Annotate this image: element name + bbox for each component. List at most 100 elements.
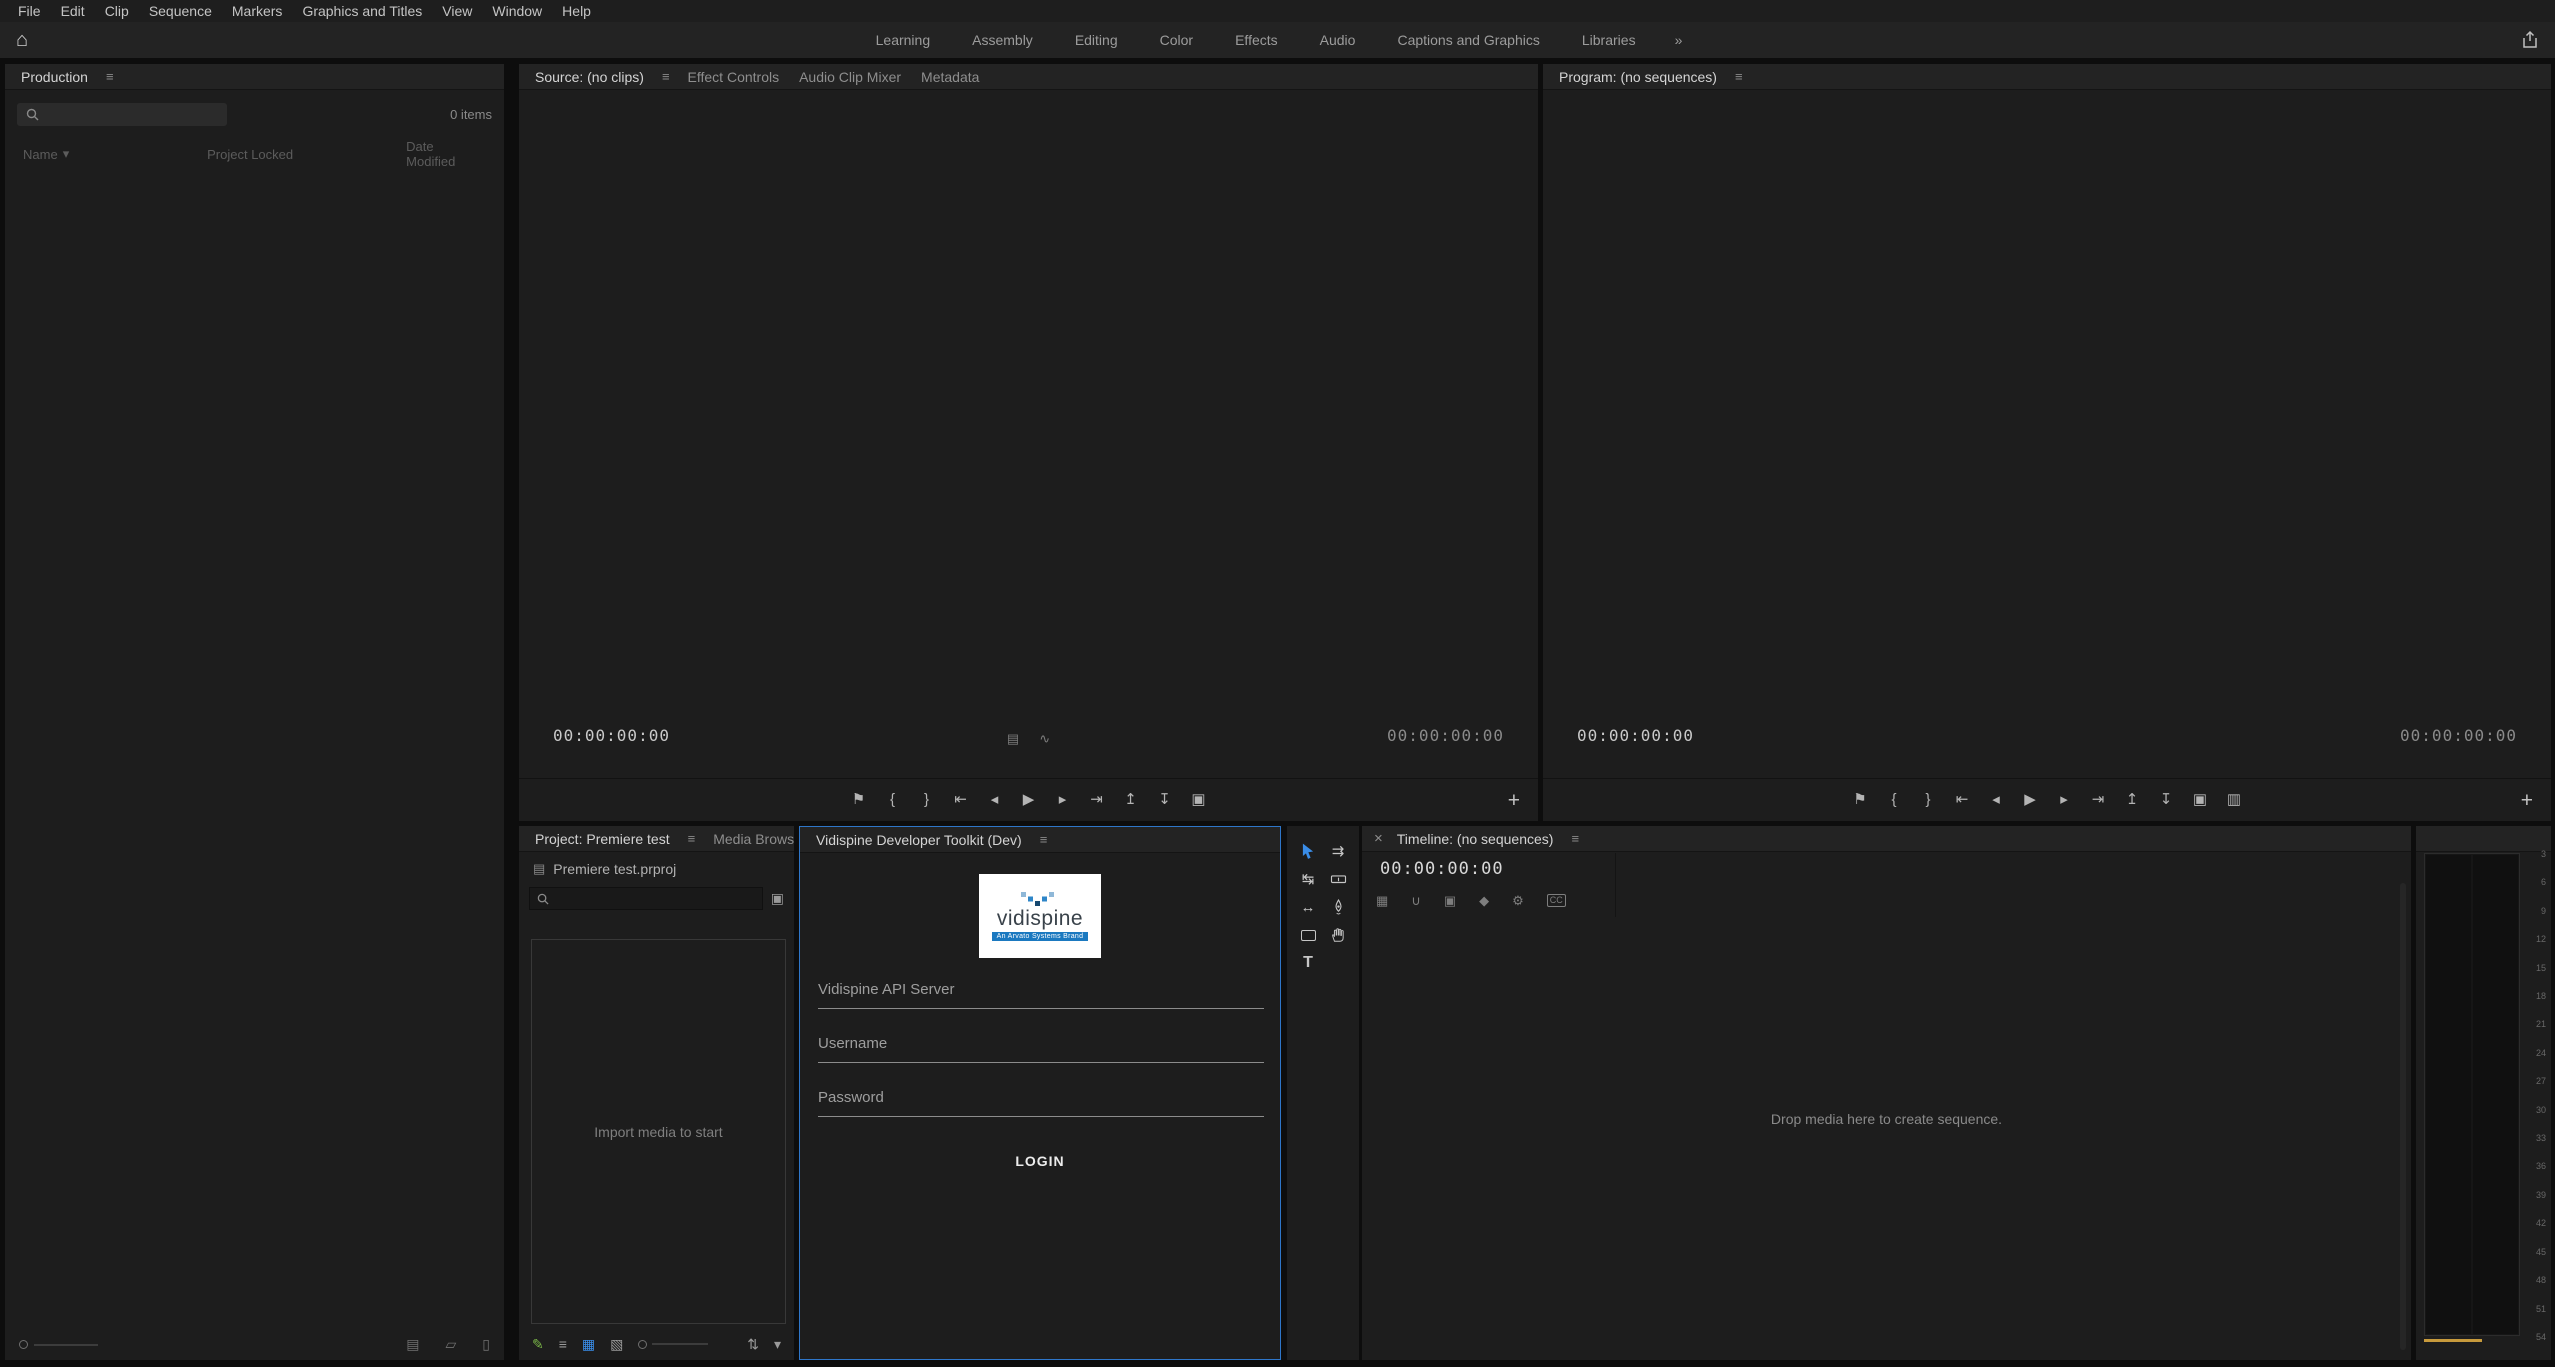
button-editor-add-icon[interactable]: + — [2521, 790, 2533, 811]
project-file-row[interactable]: ▤ Premiere test.prproj — [533, 861, 676, 877]
password-input[interactable] — [818, 1081, 1264, 1117]
quick-export-icon[interactable] — [2519, 29, 2541, 51]
list-view-button[interactable]: ≡ — [559, 1336, 567, 1352]
mark-out-button[interactable]: } — [917, 790, 937, 810]
drag-audio-icon[interactable]: ∿ — [1039, 731, 1050, 747]
step-forward-button[interactable]: ▸ — [1053, 790, 1073, 810]
sequence-nest-toggle[interactable]: ▦ — [1376, 893, 1388, 908]
panel-menu-icon[interactable]: ≡ — [680, 831, 704, 846]
timeline-settings-button[interactable]: ⚙ — [1512, 893, 1524, 908]
play-button[interactable]: ▶ — [1019, 790, 1039, 810]
workspace-tab[interactable]: Color — [1139, 22, 1214, 58]
tab-audio-clip-mixer[interactable]: Audio Clip Mixer — [789, 64, 911, 90]
project-search-input[interactable] — [556, 891, 755, 906]
production-search-input[interactable] — [46, 107, 218, 122]
thumbnail-zoom-slider[interactable] — [638, 1340, 708, 1349]
go-to-out-button[interactable]: ⇥ — [2088, 790, 2108, 810]
slip-tool[interactable]: ↔ — [1293, 897, 1323, 917]
comparison-view-button[interactable]: ▥ — [2224, 790, 2244, 810]
step-back-button[interactable]: ◂ — [985, 790, 1005, 810]
zoom-handle[interactable] — [19, 1340, 28, 1349]
panel-menu-icon[interactable]: ≡ — [1032, 832, 1056, 847]
rectangle-tool[interactable] — [1293, 925, 1323, 945]
zoom-handle[interactable] — [638, 1340, 647, 1349]
new-item-button[interactable]: ▤ — [406, 1336, 419, 1353]
add-marker-button[interactable]: ◆ — [1479, 893, 1489, 908]
new-bin-button[interactable]: ▱ — [446, 1336, 457, 1353]
menu-item[interactable]: Clip — [95, 0, 139, 22]
timeline-playhead-timecode[interactable]: 00:00:00:00 — [1380, 859, 1504, 879]
mark-out-button[interactable]: } — [1918, 790, 1938, 810]
close-panel-icon[interactable]: × — [1368, 830, 1387, 847]
delete-button[interactable]: ▯ — [482, 1336, 490, 1353]
go-to-in-button[interactable]: ⇤ — [951, 790, 971, 810]
track-select-forward-tool[interactable]: ⇉ — [1323, 841, 1353, 861]
column-header-project-locked[interactable]: Project Locked — [207, 147, 406, 162]
mark-in-button[interactable]: { — [1884, 790, 1904, 810]
hand-tool[interactable] — [1323, 925, 1353, 945]
freeform-view-button[interactable]: ▧ — [610, 1336, 623, 1353]
menu-item[interactable]: File — [8, 0, 51, 22]
api-server-input[interactable] — [818, 973, 1264, 1009]
program-current-timecode[interactable]: 00:00:00:00 — [1577, 726, 1694, 745]
tab-project[interactable]: Project: Premiere test — [525, 826, 680, 852]
selection-tool[interactable] — [1293, 841, 1323, 861]
workspace-tab[interactable]: Effects — [1214, 22, 1299, 58]
workspace-overflow-icon[interactable]: » — [1657, 32, 1701, 48]
ripple-edit-tool[interactable]: ↹ — [1293, 869, 1323, 889]
workspace-tab[interactable]: Libraries — [1561, 22, 1657, 58]
menu-item[interactable]: View — [432, 0, 482, 22]
add-marker-button[interactable]: ⚑ — [1850, 790, 1870, 810]
razor-tool[interactable] — [1323, 869, 1353, 889]
button-editor-add-icon[interactable]: + — [1508, 790, 1520, 811]
menu-item[interactable]: Help — [552, 0, 601, 22]
play-button[interactable]: ▶ — [2020, 790, 2040, 810]
lift-button[interactable]: ↥ — [1121, 790, 1141, 810]
menu-item[interactable]: Sequence — [139, 0, 222, 22]
workspace-tab[interactable]: Audio — [1299, 22, 1377, 58]
captions-button[interactable]: CC — [1547, 894, 1566, 907]
tab-program[interactable]: Program: (no sequences) — [1549, 64, 1727, 90]
type-tool[interactable]: T — [1293, 953, 1323, 973]
tab-effect-controls[interactable]: Effect Controls — [678, 64, 790, 90]
linked-selection-toggle[interactable]: ▣ — [1444, 893, 1456, 908]
drag-video-icon[interactable]: ▤ — [1007, 731, 1019, 747]
project-bin-drop-area[interactable]: Import media to start — [531, 939, 786, 1324]
workspace-tab[interactable]: Captions and Graphics — [1376, 22, 1560, 58]
panel-menu-icon[interactable]: ≡ — [1727, 69, 1751, 84]
tab-media-browser[interactable]: Media Browser — [703, 826, 794, 852]
username-input[interactable] — [818, 1027, 1264, 1063]
tab-timeline[interactable]: Timeline: (no sequences) — [1387, 826, 1564, 852]
login-button[interactable]: LOGIN — [800, 1153, 1280, 1169]
go-to-in-button[interactable]: ⇤ — [1952, 790, 1972, 810]
extract-button[interactable]: ↧ — [1155, 790, 1175, 810]
panel-menu-icon[interactable]: ≡ — [654, 69, 678, 84]
project-writable-icon[interactable]: ✎ — [532, 1336, 544, 1353]
sort-icons-button[interactable]: ⇅ — [747, 1336, 759, 1353]
step-forward-button[interactable]: ▸ — [2054, 790, 2074, 810]
add-marker-button[interactable]: ⚑ — [849, 790, 869, 810]
pen-tool[interactable] — [1323, 897, 1353, 917]
snap-toggle[interactable]: ∪ — [1411, 893, 1421, 908]
workspace-tab[interactable]: Learning — [855, 22, 952, 58]
mark-in-button[interactable]: { — [883, 790, 903, 810]
icon-view-button[interactable]: ▦ — [582, 1336, 595, 1353]
lift-button[interactable]: ↥ — [2122, 790, 2142, 810]
export-frame-button[interactable]: ▣ — [2190, 790, 2210, 810]
column-header-name[interactable]: Name ▾ — [23, 146, 207, 162]
workspace-tab[interactable]: Editing — [1054, 22, 1139, 58]
export-frame-button[interactable]: ▣ — [1189, 790, 1209, 810]
menu-item[interactable]: Window — [482, 0, 552, 22]
sort-caret-icon[interactable]: ▾ — [774, 1336, 781, 1353]
panel-menu-icon[interactable]: ≡ — [98, 69, 122, 84]
column-header-date-modified[interactable]: Date Modified — [406, 139, 486, 169]
extract-button[interactable]: ↧ — [2156, 790, 2176, 810]
menu-item[interactable]: Markers — [222, 0, 293, 22]
tab-production[interactable]: Production — [11, 64, 98, 90]
panel-menu-icon[interactable]: ≡ — [1563, 831, 1587, 846]
menu-item[interactable]: Graphics and Titles — [292, 0, 432, 22]
step-back-button[interactable]: ◂ — [1986, 790, 2006, 810]
create-bin-from-search-icon[interactable]: ▣ — [771, 890, 784, 907]
menu-item[interactable]: Edit — [51, 0, 95, 22]
source-current-timecode[interactable]: 00:00:00:00 — [553, 726, 670, 745]
